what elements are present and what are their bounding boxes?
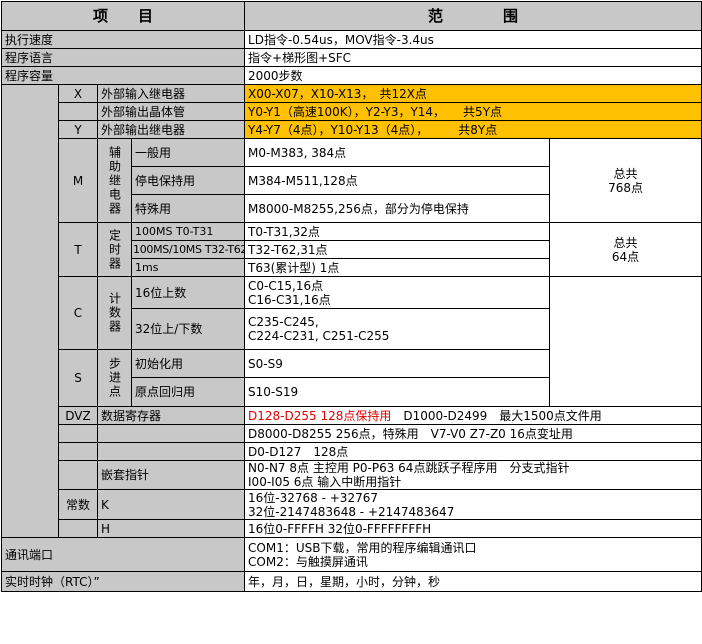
header-range: 范 围 <box>244 1 702 31</box>
c-group: 计数器 <box>97 276 132 350</box>
pointer-value2: I00-I05 6点 输入中断用指针 <box>248 475 402 489</box>
m-group: 辅助继电器 <box>97 138 132 223</box>
x-code: X <box>58 84 98 103</box>
program-language-label: 程序语言 <box>0 48 246 67</box>
y-transistor-name: 外部输出晶体管 <box>96 102 246 121</box>
t-10ms-value: T32-T62,31点 <box>244 240 551 259</box>
k-value2: 32位-2147483648 - +2147483647 <box>248 504 455 519</box>
pointer-value: N0-N7 8点 主控用 P0-P63 64点跳跃子程序用 分支式指针 I00-I… <box>244 460 702 490</box>
m-retentive-name: 停电保持用 <box>130 166 246 195</box>
d-value1-rest: D1000-D2499 最大1500点文件用 <box>391 408 602 423</box>
h-blank <box>58 519 98 538</box>
cs-blank <box>549 276 702 407</box>
y-transistor-code <box>58 102 98 121</box>
c-32bit-value1: C235-C245, <box>248 315 319 329</box>
s-origin-value: S10-S19 <box>244 377 551 407</box>
c-32bit-value2: C224-C231, C251-C255 <box>248 329 390 343</box>
pointer-code <box>58 460 98 490</box>
s-code: S <box>58 349 98 407</box>
exec-speed-label: 执行速度 <box>0 30 246 49</box>
t-group: 定时器 <box>97 222 132 277</box>
y-relay-name: 外部输出继电器 <box>96 120 246 139</box>
d-code: DVZ <box>58 406 98 425</box>
m-retentive-value: M384-M511,128点 <box>244 166 551 195</box>
d-value3: D0-D127 128点 <box>244 442 702 461</box>
rtc-label: 实时时钟（RTC）” <box>0 571 246 592</box>
c-code: C <box>58 276 98 350</box>
comm-value2: COM2：与触摸屏通讯 <box>248 554 368 569</box>
c-16bit-value2: C16-C31,16点 <box>248 292 331 307</box>
comm-value1: COM1：USB下载，常用的程序编辑通讯口 <box>248 540 477 555</box>
c-16bit-value: C0-C15,16点 C16-C31,16点 <box>244 276 551 309</box>
register-group-spacer <box>1 84 59 538</box>
exec-speed-value: LD指令-0.54us，MOV指令-3.4us <box>244 30 702 49</box>
m-total: 总共 768点 <box>549 138 702 223</box>
rtc-value: 年，月，日，星期，小时，分钟，秒 <box>244 571 702 592</box>
s-init-value: S0-S9 <box>244 349 551 378</box>
m-special-value: M8000-M8255,256点，部分为停电保持 <box>244 194 551 223</box>
d-value2: D8000-D8255 256点，特殊用 V7-V0 Z7-Z0 16点变址用 <box>244 424 702 443</box>
t-total-line1: 总共 <box>613 235 638 250</box>
h-code: H <box>96 519 246 538</box>
spec-table: 项 目 范 围 执行速度 LD指令-0.54us，MOV指令-3.4us 程序语… <box>0 1 702 592</box>
m-total-line2: 768点 <box>608 180 643 195</box>
k-value: 16位-32768 - +32767 32位-2147483648 - +2147… <box>244 489 702 520</box>
x-name: 外部输入继电器 <box>96 84 246 103</box>
y-code: Y <box>58 120 98 139</box>
d-name: 数据寄存器 <box>96 406 246 425</box>
h-value: 16位0-FFFFH 32位0-FFFFFFFFH <box>244 519 702 538</box>
d-blank-2b <box>96 442 246 461</box>
d-blank-1a <box>58 424 98 443</box>
comm-label: 通讯端口 <box>0 537 246 572</box>
program-language-value: 指令+梯形图+SFC <box>244 48 702 67</box>
t-1ms-name: 1ms <box>130 258 246 277</box>
t-100ms-value: T0-T31,32点 <box>244 222 551 241</box>
x-value: X00-X07，X10-X13， 共12X点 <box>244 84 702 103</box>
d-blank-2a <box>58 442 98 461</box>
comm-value: COM1：USB下载，常用的程序编辑通讯口 COM2：与触摸屏通讯 <box>244 537 702 572</box>
m-total-line1: 总共 <box>613 166 638 181</box>
program-capacity-label: 程序容量 <box>0 66 246 85</box>
const-name: 常数 <box>58 489 98 520</box>
c-16bit-name: 16位上数 <box>130 276 246 309</box>
t-10ms-name: 100MS/10MS T32-T62 <box>130 240 246 259</box>
d-value1-red: D128-D255 128点保持用 <box>248 408 392 423</box>
t-1ms-value: T63(累计型) 1点 <box>244 258 551 277</box>
program-capacity-value: 2000步数 <box>244 66 702 85</box>
t-code: T <box>58 222 98 277</box>
d-value1: D128-D255 128点保持用 D1000-D2499 最大1500点文件用 <box>244 406 702 425</box>
k-code: K <box>96 489 246 520</box>
s-init-name: 初始化用 <box>130 349 246 378</box>
y-transistor-value: Y0-Y1（高速100K），Y2-Y3，Y14， 共5Y点 <box>244 102 702 121</box>
k-value1: 16位-32768 - +32767 <box>248 490 378 505</box>
pointer-name: 嵌套指针 <box>96 460 246 490</box>
m-general-value: M0-M383, 384点 <box>244 138 551 167</box>
m-general-name: 一般用 <box>130 138 246 167</box>
s-group: 步进点 <box>97 349 132 407</box>
s-origin-name: 原点回归用 <box>130 377 246 407</box>
t-100ms-name: 100MS T0-T31 <box>130 222 246 241</box>
pointer-value1: N0-N7 8点 主控用 P0-P63 64点跳跃子程序用 分支式指针 <box>248 461 570 476</box>
header-item: 项 目 <box>0 1 246 31</box>
m-special-name: 特殊用 <box>130 194 246 223</box>
m-code: M <box>58 138 98 223</box>
c-32bit-name: 32位上/下数 <box>130 308 246 350</box>
t-total-line2: 64点 <box>611 249 640 264</box>
c-16bit-value1: C0-C15,16点 <box>248 278 324 293</box>
c-32bit-value: C235-C245, C224-C231, C251-C255 <box>244 308 551 350</box>
y-relay-value: Y4-Y7（4点），Y10-Y13（4点）， 共8Y点 <box>244 120 702 139</box>
t-total: 总共 64点 <box>549 222 702 277</box>
d-blank-1b <box>96 424 246 443</box>
